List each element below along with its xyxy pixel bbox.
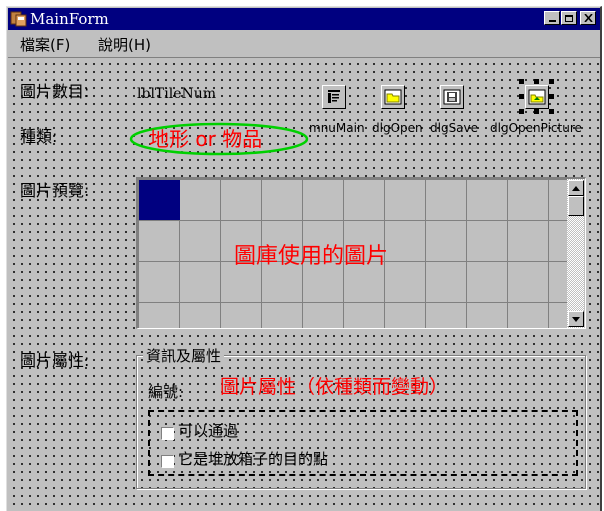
id-label: 編號: xyxy=(148,383,184,401)
dlgSave-component[interactable] xyxy=(440,85,464,109)
open-picture-dialog-icon xyxy=(528,89,546,105)
close-icon xyxy=(583,14,593,22)
maximize-button[interactable] xyxy=(561,11,577,25)
menu-file[interactable]: 檔案(F) xyxy=(20,36,70,54)
open-dialog-icon xyxy=(384,89,402,105)
arrow-up-icon xyxy=(572,185,580,191)
box-target-checkbox[interactable] xyxy=(161,455,174,468)
close-button[interactable] xyxy=(580,11,596,25)
tile-count-label: 圖片數目: xyxy=(20,82,90,101)
passable-checkbox[interactable] xyxy=(161,427,174,440)
category-annotation: 地形 or 物品 xyxy=(149,127,263,151)
window-title: MainForm xyxy=(30,10,109,28)
save-dialog-icon xyxy=(443,89,461,105)
selected-tile-cell[interactable] xyxy=(139,180,180,220)
scroll-down-button[interactable] xyxy=(568,311,584,327)
maximize-icon xyxy=(565,14,573,22)
groupbox-title: 資訊及屬性 xyxy=(143,346,225,366)
dlgOpenPicture-caption: dlgOpenPicture xyxy=(490,121,582,135)
mnuMain-caption: mnuMain xyxy=(309,121,365,135)
dlgOpen-component[interactable] xyxy=(381,85,405,109)
category-label: 種類: xyxy=(20,127,58,146)
dlgOpen-caption: dlgOpen xyxy=(372,121,423,135)
menu-component-icon xyxy=(328,90,340,103)
minimize-icon xyxy=(548,20,556,22)
mnuMain-component[interactable] xyxy=(322,85,346,109)
preview-label: 圖片預覽: xyxy=(20,181,90,200)
passable-checkbox-label[interactable]: 可以通過 xyxy=(178,420,238,442)
minimize-button[interactable] xyxy=(544,11,560,25)
menu-help[interactable]: 說明(H) xyxy=(98,36,151,54)
dlgSave-caption: dlgSave xyxy=(430,121,479,135)
scroll-up-button[interactable] xyxy=(568,180,584,196)
preview-annotation: 圖庫使用的圖片 xyxy=(234,244,389,269)
attributes-label: 圖片屬性: xyxy=(20,351,90,370)
box-target-checkbox-label[interactable]: 它是堆放箱子的目的點 xyxy=(178,448,328,470)
arrow-down-icon xyxy=(572,316,580,322)
id-annotation: 圖片屬性（依種類而變動） xyxy=(220,376,449,398)
tile-num-value-label[interactable]: lblTileNum xyxy=(137,83,216,105)
dlgOpenPicture-component[interactable] xyxy=(525,85,549,109)
menu-bar xyxy=(8,31,600,58)
scroll-thumb[interactable] xyxy=(568,196,584,216)
app-icon[interactable] xyxy=(10,10,28,28)
